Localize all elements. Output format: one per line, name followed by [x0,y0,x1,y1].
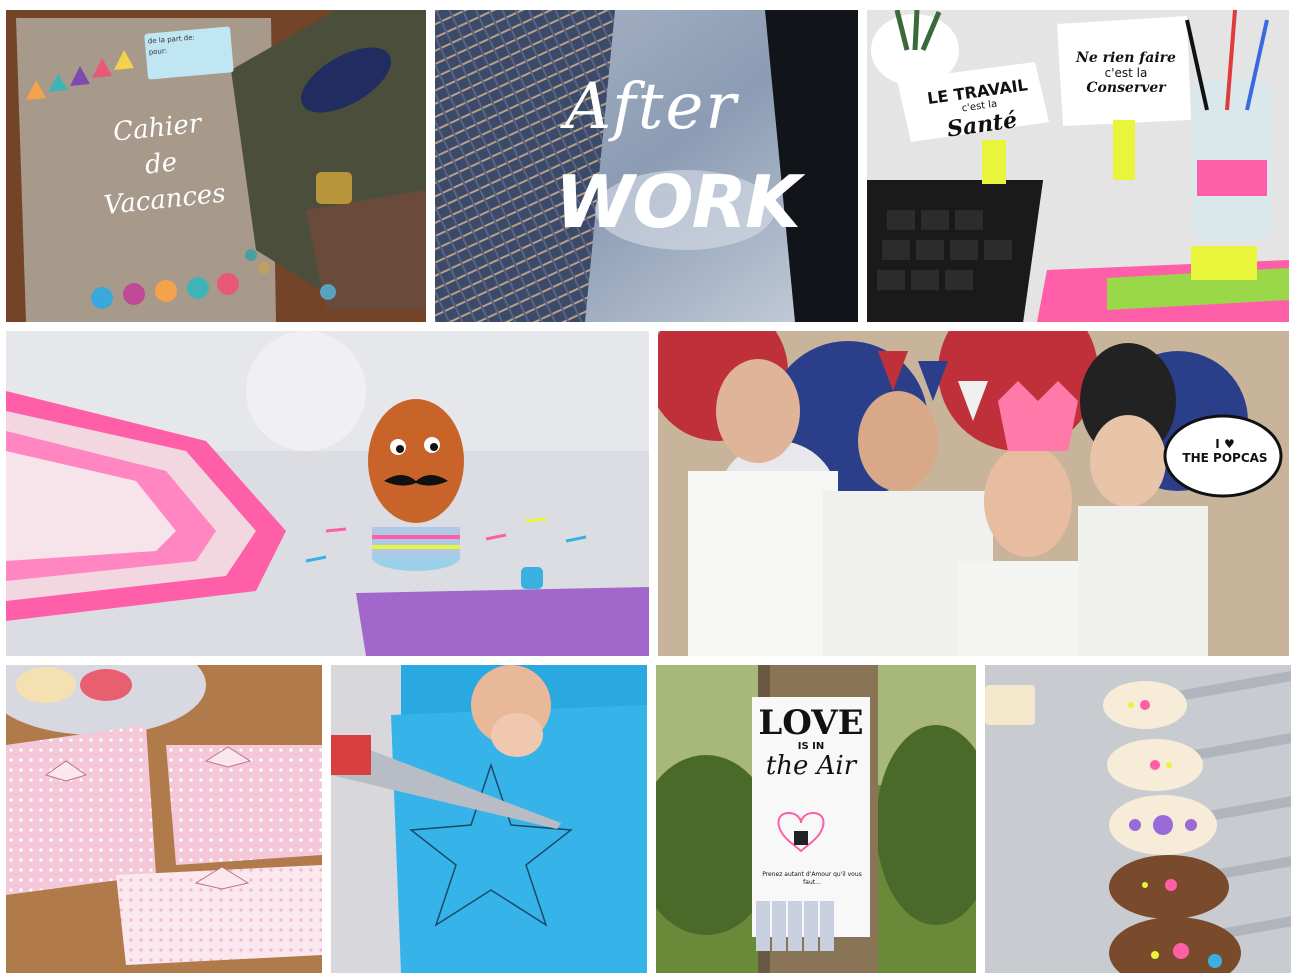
address-label: de la part de: pour: [144,26,234,80]
spoons-photo-graphic [985,665,1291,973]
card-conserver-line3: Conserver [1086,80,1166,96]
photo-desk-cards[interactable]: LE TRAVAIL c'est la Santé Ne rien faire … [867,10,1289,322]
love-small-text: Prenez autant d'Amour qu'il vous faut... [762,871,862,886]
work-word: WORK [555,160,801,244]
photo-gift-boxes[interactable] [6,665,322,973]
star-photo-graphic [331,665,647,973]
after-word: After [565,70,738,144]
love-word: LOVE [758,703,864,743]
photo-love-poster[interactable]: LOVE IS IN the Air Prenez autant d'Amour… [656,665,976,973]
popcas-bubble-line2: THE POPCAS [1182,451,1268,465]
love-poster-text: LOVE IS IN the Air [752,705,870,780]
popcas-bubble-line1: I ♥ [1215,437,1235,451]
popcas-bubble: I ♥ THE POPCAS [1173,437,1277,465]
photo-egg-table[interactable] [6,331,649,656]
photo-cahier-de-vacances[interactable]: de la part de: pour: Cahier de Vacances [6,10,426,322]
egg-photo-graphic [6,331,649,656]
card-conserver: Ne rien faire c'est la Conserver [1067,50,1185,96]
photo-after-work[interactable]: After WORK [435,10,858,322]
photo-cutting-star[interactable] [331,665,647,973]
photobooth-photo-graphic [658,331,1289,656]
card-conserver-line1: Ne rien faire [1076,50,1176,66]
photo-chocolate-spoons[interactable] [985,665,1291,973]
photo-photobooth-group[interactable]: I ♥ THE POPCAS [658,331,1289,656]
gifts-photo-graphic [6,665,322,973]
cahier-title: Cahier de Vacances [71,101,251,226]
card-conserver-line2: c'est la [1104,66,1148,80]
the-air-word: the Air [765,751,857,781]
